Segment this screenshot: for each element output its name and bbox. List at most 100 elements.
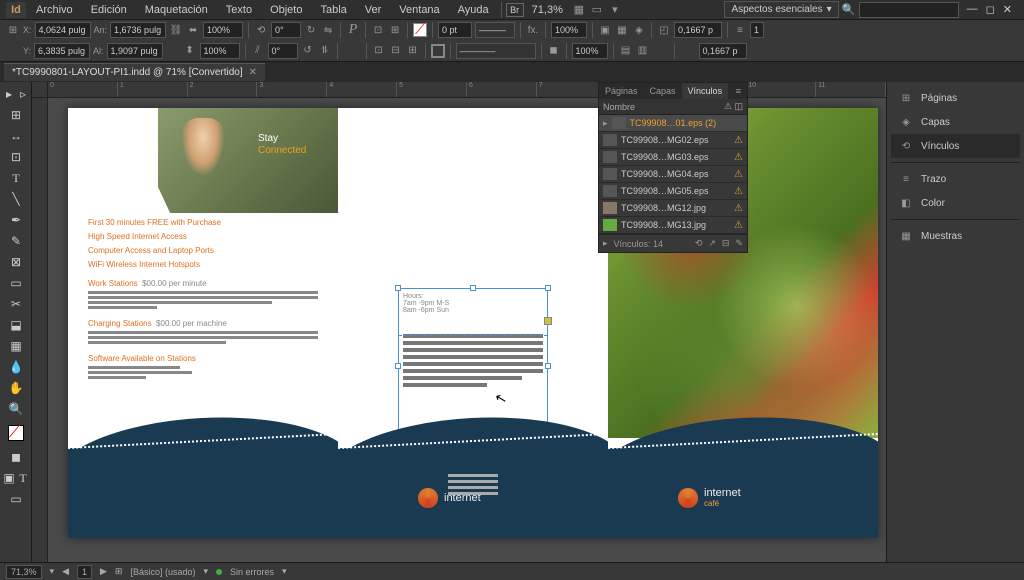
expand-icon[interactable]: ▸ [603,118,608,129]
tab-capas[interactable]: Capas [644,83,682,99]
fill-stroke-swap[interactable]: ⟋ [2,420,30,446]
link-row[interactable]: TC99908…MG04.eps⚠ [599,166,747,183]
drop-shadow-icon[interactable]: ◼ [547,44,561,58]
link-row[interactable]: TC99908…MG05.eps⚠ [599,183,747,200]
corner-field[interactable]: 0,1667 p [674,22,722,38]
tab-paginas[interactable]: Páginas [599,83,644,99]
view-mode-icon[interactable]: ▦ [571,3,587,17]
dock-muestras[interactable]: ▦Muestras [891,224,1020,248]
align-icon[interactable]: ≡ [733,23,747,37]
dock-capas[interactable]: ◈Capas [891,110,1020,134]
hand-tool[interactable]: ✋ [2,378,30,398]
y-field[interactable]: 6,3835 pulg [34,43,90,59]
document-tab[interactable]: *TC9990801-LAYOUT-PI1.indd @ 71% [Conver… [4,63,265,81]
wrap-bbox-icon[interactable]: ▦ [615,23,629,37]
page-tool[interactable]: ⊞ [2,105,30,125]
zoom-tool[interactable]: 🔍 [2,399,30,419]
scissors-tool[interactable]: ✂ [2,294,30,314]
stroke-field[interactable]: 0 pt [438,22,472,38]
gradient-tool[interactable]: ▦ [2,336,30,356]
menu-edicion[interactable]: Edición [83,2,135,18]
status-errors[interactable]: Sin errores [230,567,274,577]
document-page[interactable]: Stay Connected First 30 minutes FREE wit… [68,108,878,538]
arrange-icon[interactable]: ▾ [607,3,623,17]
rotate-field[interactable]: 0° [271,22,301,38]
update-link-icon[interactable]: ⊟ [722,238,730,249]
h-field[interactable]: 1,9097 pulg [107,43,163,59]
flip-v-icon[interactable]: ⥮ [318,44,332,58]
frame-tool[interactable]: ⊠ [2,252,30,272]
link-row[interactable]: TC99908…MG12.jpg⚠ [599,200,747,217]
ruler-vertical[interactable] [32,98,48,562]
bridge-icon[interactable]: Br [506,3,524,17]
scale-y-field[interactable]: 100% [200,43,240,59]
screen-mode-tool[interactable]: ▭ [2,489,30,509]
constrain-icon[interactable]: ⛓ [169,23,183,37]
screen-mode-icon[interactable]: ▭ [589,3,605,17]
maximize-icon[interactable]: ◻ [986,3,995,16]
col-field[interactable]: 1 [750,22,764,38]
rotate-cw-icon[interactable]: ↻ [304,23,318,37]
link-row[interactable]: TC99908…MG03.eps⚠ [599,149,747,166]
ruler-origin[interactable] [32,82,48,98]
rectangle-tool[interactable]: ▭ [2,273,30,293]
menu-ayuda[interactable]: Ayuda [450,2,497,18]
selection-tools[interactable]: ▸▹ [2,84,30,104]
minimize-icon[interactable]: — [967,3,978,16]
menu-maquetacion[interactable]: Maquetación [137,2,216,18]
links-panel[interactable]: Páginas Capas Vínculos ≡ Nombre⚠ ◫ ▸TC99… [598,82,748,253]
transform-tool[interactable]: ⬓ [2,315,30,335]
corner-icon[interactable]: ◰ [657,23,671,37]
view-mode-tools[interactable]: ▣T [2,468,30,488]
links-header-name[interactable]: Nombre [603,102,635,112]
canvas-area[interactable]: 01234567891011 Stay Connected First 30 m… [32,82,886,562]
menu-ventana[interactable]: Ventana [391,2,447,18]
apply-color-icon[interactable]: ◼ [2,447,30,467]
tab-close-icon[interactable]: ✕ [249,67,257,78]
wrap-jump-icon[interactable]: ▤ [619,44,633,58]
shear-field[interactable]: 0° [268,43,298,59]
opacity-field[interactable]: 100% [551,22,587,38]
opacity2-field[interactable]: 100% [572,43,608,59]
dock-trazo[interactable]: ≡Trazo [891,167,1020,191]
stroke-icon[interactable] [431,44,445,58]
expand-footer-icon[interactable]: ▸ [603,238,608,249]
flip-h-icon[interactable]: ⇋ [321,23,335,37]
char-panel-icon[interactable]: P [346,23,360,37]
corner2-field[interactable]: 0,1667 p [699,43,747,59]
wrap-none-icon[interactable]: ▣ [598,23,612,37]
center-content-icon[interactable]: ⊡ [372,44,386,58]
pen-tool[interactable]: ✒ [2,210,30,230]
status-open-icon[interactable]: ⊞ [115,566,123,577]
gap-tool[interactable]: ↔ [2,126,30,146]
relink-icon[interactable]: ⟲ [695,238,703,249]
status-zoom[interactable]: 71,3% [6,565,42,579]
status-page[interactable]: 1 [77,565,92,579]
close-icon[interactable]: ✕ [1003,3,1012,16]
menu-archivo[interactable]: Archivo [28,2,81,18]
tab-vinculos[interactable]: Vínculos [682,83,729,99]
link-row[interactable]: TC99908…MG02.eps⚠ [599,132,747,149]
type-tool[interactable]: T [2,168,30,188]
link-row[interactable]: TC99908…MG13.jpg⚠ [599,217,747,234]
scale-x-field[interactable]: 100% [203,22,243,38]
workspace-switcher[interactable]: Aspectos esenciales▾ [724,1,838,18]
fx-icon[interactable]: fx. [526,23,540,37]
panel-menu-icon[interactable]: ≡ [730,83,747,99]
search-input[interactable] [859,2,959,18]
dock-vinculos[interactable]: ⟲Vínculos [891,134,1020,158]
reference-point-icon[interactable]: ⊞ [6,23,20,37]
fit-frame-icon[interactable]: ⊞ [388,23,402,37]
fill-prop-icon[interactable]: ⊞ [406,44,420,58]
fill-icon[interactable]: ⟋ [413,23,427,37]
stroke-style[interactable]: ——— [475,22,515,38]
edit-original-icon[interactable]: ✎ [735,238,743,249]
x-field[interactable]: 4,0624 pulg [35,22,91,38]
page-nav-prev-icon[interactable]: ◀ [62,566,69,577]
line-tool[interactable]: ╲ [2,189,30,209]
dock-paginas[interactable]: ⊞Páginas [891,86,1020,110]
eyedropper-tool[interactable]: 💧 [2,357,30,377]
stroke-style-2[interactable]: ———— [456,43,536,59]
ruler-horizontal[interactable]: 01234567891011 [48,82,886,98]
fit-content-icon[interactable]: ⊡ [371,23,385,37]
